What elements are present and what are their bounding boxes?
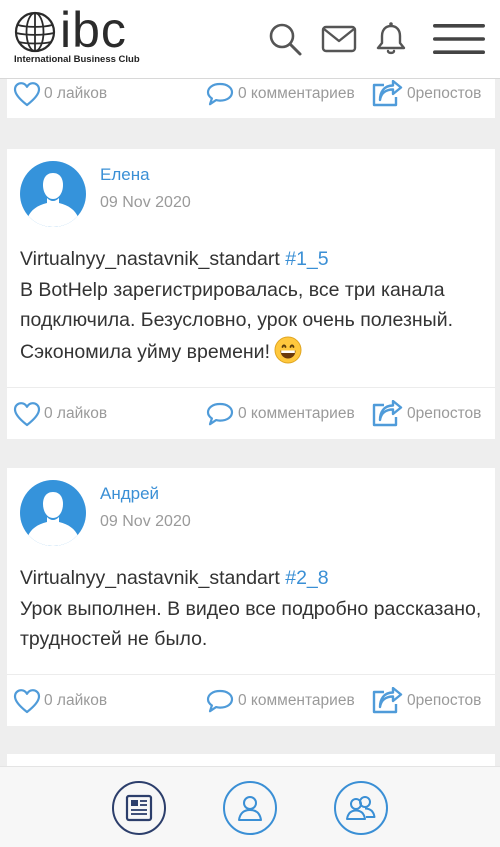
globe-icon (14, 11, 56, 53)
like-count: 0 лайков (44, 85, 108, 102)
like-button[interactable]: 0 лайков (13, 675, 107, 727)
heart-icon (13, 689, 41, 714)
avatar[interactable] (20, 161, 86, 227)
profile-icon (238, 796, 262, 821)
share-count: 0репостов (407, 692, 482, 709)
post-actions: 0 лайков 0 комментариев 0репостов (7, 674, 495, 727)
grinning-face-icon (274, 336, 302, 374)
comment-button[interactable]: 0 комментариев (205, 675, 355, 727)
messages-button[interactable] (320, 20, 358, 58)
avatar[interactable] (20, 480, 86, 546)
share-count: 0репостов (407, 405, 482, 422)
post-author[interactable]: Елена (100, 165, 150, 185)
user-silhouette-icon (28, 492, 78, 546)
share-icon (372, 400, 403, 427)
like-count: 0 лайков (44, 405, 108, 422)
like-button[interactable]: 0 лайков (13, 388, 107, 440)
nav-profile[interactable] (223, 781, 277, 835)
post-course: Virtualnyy_nastavnik_standart (20, 248, 280, 270)
nav-friends[interactable] (334, 781, 388, 835)
comment-bubble-icon (206, 82, 234, 106)
post-body: Virtualnyy_nastavnik_standart #1_5 В BotH… (20, 244, 490, 373)
hamburger-menu-icon (433, 24, 485, 54)
heart-icon (13, 402, 41, 427)
post-text: В BotHelp зарегистрировалась, все три ка… (20, 278, 453, 363)
comment-bubble-icon (206, 402, 234, 426)
post-date: 09 Nov 2020 (100, 194, 191, 211)
comment-button[interactable]: 0 комментариев (205, 388, 355, 440)
notifications-button[interactable] (372, 20, 410, 58)
logo-tagline: International Business Club (14, 54, 140, 65)
share-icon (372, 687, 403, 714)
post-actions: 0 лайков 0 комментариев 0репостов (7, 387, 495, 440)
search-icon (269, 23, 302, 56)
comment-count: 0 комментариев (238, 405, 355, 422)
post-author[interactable]: Андрей (100, 484, 159, 504)
share-button[interactable]: 0репостов (370, 675, 481, 727)
logo-wordmark: ibc (60, 2, 127, 58)
post-card: Елена 09 Nov 2020 Virtualnyy_nastavnik_s… (7, 149, 495, 439)
news-feed-icon (125, 794, 153, 822)
post-tag[interactable]: #2_8 (285, 567, 328, 589)
bell-icon (376, 22, 406, 55)
mail-icon (321, 25, 357, 53)
comment-bubble-icon (206, 689, 234, 713)
share-button[interactable]: 0репостов (370, 388, 481, 440)
nav-news-feed[interactable] (112, 781, 166, 835)
ibc-logo[interactable]: ibc International Business Club (14, 2, 144, 70)
friends-icon (346, 796, 376, 820)
heart-icon (13, 82, 41, 107)
bottom-navigation (0, 766, 500, 847)
comment-count: 0 комментариев (238, 692, 355, 709)
search-button[interactable] (266, 20, 304, 58)
menu-button[interactable] (430, 20, 488, 58)
post-tag[interactable]: #1_5 (285, 248, 328, 270)
post-course: Virtualnyy_nastavnik_standart (20, 567, 280, 589)
like-count: 0 лайков (44, 692, 108, 709)
post-body: Virtualnyy_nastavnik_standart #2_8 Урок в… (20, 563, 490, 655)
share-count: 0репостов (407, 85, 482, 102)
post-text: Урок выполнен. В видео все подробно расс… (20, 597, 482, 651)
user-silhouette-icon (28, 173, 78, 227)
post-card: Андрей 09 Nov 2020 Virtualnyy_nastavnik_… (7, 468, 495, 726)
app-header: ibc International Business Club (0, 0, 500, 79)
comment-count: 0 комментариев (238, 85, 355, 102)
post-date: 09 Nov 2020 (100, 513, 191, 530)
share-icon (372, 80, 403, 107)
